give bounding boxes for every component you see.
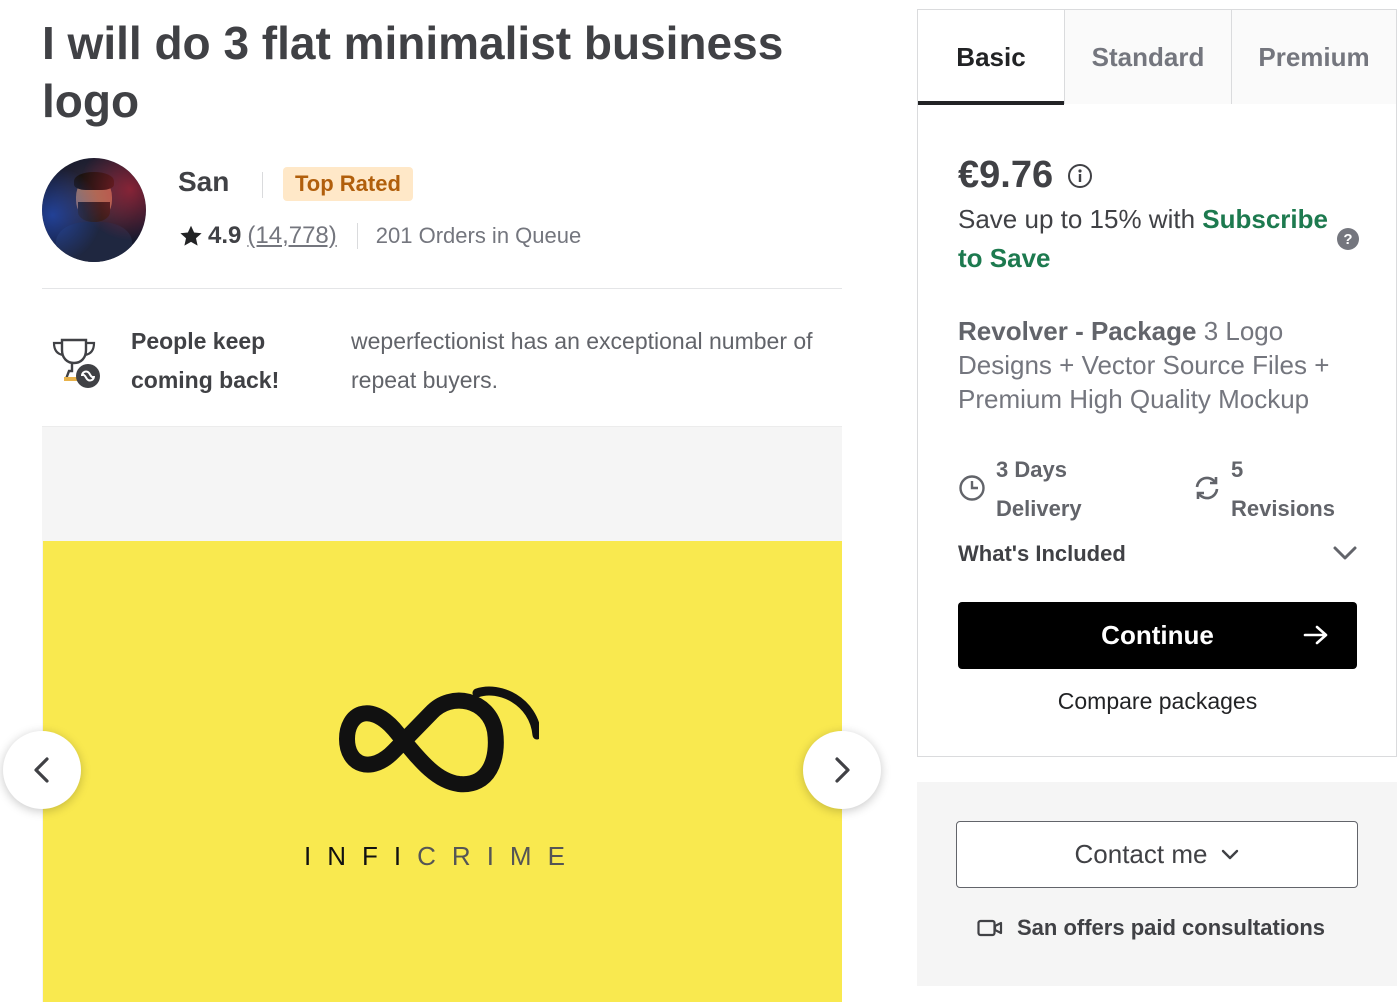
seller-name[interactable]: San bbox=[178, 166, 229, 198]
delivery-time: 3 Days Delivery bbox=[958, 450, 1158, 530]
chevron-right-icon bbox=[835, 757, 850, 783]
top-rated-badge: Top Rated bbox=[283, 167, 413, 201]
contact-me-label: Contact me bbox=[1074, 839, 1208, 869]
package-tabs: Basic Standard Premium bbox=[918, 10, 1396, 105]
rating-row: 4.9 (14,778) 201 Orders in Queue bbox=[178, 220, 581, 252]
continue-label: Continue bbox=[1101, 620, 1214, 650]
orders-in-queue: 201 Orders in Queue bbox=[375, 223, 582, 248]
tab-basic[interactable]: Basic bbox=[918, 10, 1064, 105]
divider bbox=[42, 288, 842, 289]
subscribe-promo: Save up to 15% with Subscribe to Save bbox=[958, 200, 1348, 278]
price-row: €9.76 bbox=[958, 154, 1093, 197]
paid-consultation-info[interactable]: San offers paid consultations bbox=[977, 912, 1325, 944]
refresh-icon bbox=[1195, 476, 1219, 500]
package-card: Basic Standard Premium €9.76 Save up to … bbox=[917, 9, 1397, 757]
continue-button[interactable]: Continue bbox=[958, 602, 1357, 669]
seller-avatar[interactable] bbox=[42, 158, 146, 262]
arrow-right-icon bbox=[1303, 625, 1328, 645]
consultation-text: San offers paid consultations bbox=[1017, 915, 1326, 940]
whats-included-toggle[interactable]: What's Included bbox=[958, 538, 1358, 570]
infinity-logo-image bbox=[339, 686, 539, 793]
revisions-value: 5 bbox=[1231, 457, 1244, 482]
gig-gallery: INFICRIME bbox=[42, 426, 842, 1002]
package-description: Revolver - Package 3 Logo Designs + Vect… bbox=[958, 314, 1368, 416]
highlight-description: weperfectionist has an exceptional numbe… bbox=[351, 328, 813, 393]
rating-score: 4.9 bbox=[208, 222, 242, 249]
info-icon[interactable] bbox=[1067, 163, 1093, 189]
contact-panel: Contact me San offers paid consultations bbox=[917, 782, 1397, 986]
contact-me-button[interactable]: Contact me bbox=[956, 821, 1358, 888]
package-price: €9.76 bbox=[958, 154, 1054, 196]
gallery-next-button[interactable] bbox=[803, 731, 881, 809]
seller-overview: San Top Rated 4.9 (14,778) 201 Orders in… bbox=[42, 158, 842, 264]
brand-text-part2: CRIME bbox=[417, 841, 581, 871]
revisions-text: 5 Revisions bbox=[1231, 450, 1335, 528]
delivery-value: 3 Days bbox=[996, 457, 1067, 482]
gallery-prev-button[interactable] bbox=[3, 731, 81, 809]
tab-premium[interactable]: Premium bbox=[1231, 10, 1396, 104]
divider bbox=[356, 223, 358, 249]
clock-icon bbox=[959, 475, 985, 501]
video-camera-icon bbox=[977, 919, 1003, 937]
revisions-label: Revisions bbox=[1231, 496, 1335, 521]
gallery-slide[interactable]: INFICRIME bbox=[43, 541, 842, 1002]
chevron-down-icon bbox=[1222, 849, 1239, 859]
highlight-title: People keep coming back! bbox=[131, 328, 280, 393]
delivery-text: 3 Days Delivery bbox=[996, 450, 1082, 528]
divider bbox=[262, 172, 263, 198]
repeat-buyers-highlight: People keep coming back! weperfectionist… bbox=[42, 320, 842, 400]
gig-title: I will do 3 flat minimalist business log… bbox=[42, 17, 784, 127]
chevron-left-icon bbox=[34, 757, 49, 783]
whats-included-label: What's Included bbox=[958, 541, 1126, 566]
star-icon bbox=[180, 225, 202, 246]
trophy-icon bbox=[52, 338, 100, 388]
revisions-count: 5 Revisions bbox=[1193, 450, 1373, 530]
subscribe-promo-text: Save up to 15% with bbox=[958, 204, 1203, 234]
compare-packages-link[interactable]: Compare packages bbox=[958, 688, 1357, 715]
review-count-link[interactable]: (14,778) bbox=[247, 222, 336, 250]
package-name: Revolver - Package bbox=[958, 316, 1197, 346]
question-icon[interactable]: ? bbox=[1337, 228, 1359, 250]
brand-wordmark: INFICRIME bbox=[43, 841, 842, 872]
chevron-down-icon bbox=[1333, 546, 1357, 560]
brand-text-part1: INFI bbox=[304, 841, 418, 871]
delivery-label: Delivery bbox=[996, 496, 1082, 521]
tab-standard[interactable]: Standard bbox=[1064, 10, 1231, 104]
